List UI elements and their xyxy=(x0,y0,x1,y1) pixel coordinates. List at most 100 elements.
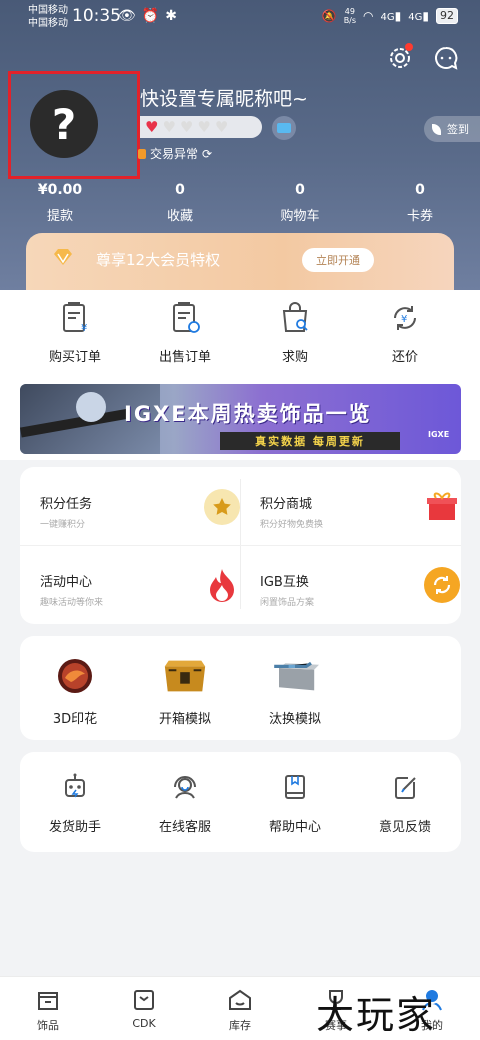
points-title: 积分任务 xyxy=(40,497,93,512)
wanted-button[interactable]: 求购 xyxy=(240,300,350,365)
heart-empty-icon: ♥ xyxy=(179,118,194,136)
points-title: 积分商城 xyxy=(260,497,313,512)
stats-row: ¥0.00 提款 0 收藏 0 购物车 0 卡券 xyxy=(0,182,480,224)
stat-label: 卡券 xyxy=(406,209,433,224)
service-card: 发货助手 在线客服 帮助中心 意见反馈 xyxy=(20,752,461,852)
watermark: 大玩家 xyxy=(316,993,437,1037)
heart-empty-icon: ♥ xyxy=(214,118,229,136)
net-speed-unit: B/s xyxy=(343,16,357,25)
svg-text:¥: ¥ xyxy=(81,323,87,334)
exchange-icon xyxy=(424,567,460,603)
stat-value: 0 xyxy=(415,182,425,198)
cdk-icon xyxy=(134,990,154,1010)
signin-label: 签到 xyxy=(447,123,469,136)
tools-card: 3D印花 开箱模拟 汰换模拟 xyxy=(20,636,461,740)
net-speed: 49 B/s xyxy=(344,7,356,25)
gift-icon xyxy=(424,489,460,525)
points-title: 活动中心 xyxy=(40,575,93,590)
help-center-button[interactable]: 帮助中心 xyxy=(240,772,350,835)
carrier-info: 中国移动 中国移动 xyxy=(28,4,68,30)
net-speed-value: 49 xyxy=(344,7,355,16)
activity-center-item[interactable]: 活动中心 趣味活动等你来 xyxy=(40,569,240,631)
stat-favorites[interactable]: 0 收藏 xyxy=(120,182,240,224)
banner-subtitle: 真实数据 每周更新 xyxy=(220,432,400,450)
banner-title: IGXE本周热卖饰品一览 xyxy=(124,402,372,426)
purchase-order-icon: ¥ xyxy=(63,302,87,334)
pen-icon xyxy=(395,777,416,799)
counter-offer-button[interactable]: ¥ 还价 xyxy=(350,300,460,365)
vip-activate-button[interactable]: 立即开通 xyxy=(302,248,374,272)
wanted-icon xyxy=(282,302,308,332)
sell-order-icon xyxy=(173,302,200,333)
shipping-assistant-button[interactable]: 发货助手 xyxy=(20,772,130,835)
sticker-3d-button[interactable]: 3D印花 xyxy=(20,656,130,727)
sell-order-button[interactable]: 出售订单 xyxy=(130,300,240,365)
points-card: 积分任务 一键赚积分 积分商城 积分好物免费换 活动中心 趣味活动等你来 IGB… xyxy=(20,467,461,624)
diamond-icon xyxy=(54,249,72,265)
svg-text:¥: ¥ xyxy=(401,314,407,325)
status-icons-left: 👁 ⏰ ✱ xyxy=(118,8,177,24)
stat-value: 0 xyxy=(295,182,305,198)
case-sim-button[interactable]: 开箱模拟 xyxy=(130,656,240,727)
signal-icon-2: 4G▮ xyxy=(408,9,429,23)
rifle-shape xyxy=(20,408,131,438)
star-icon xyxy=(204,489,240,525)
banner-logo: IGXE xyxy=(428,430,450,439)
headset-icon xyxy=(174,776,196,799)
stat-value: ¥0.00 xyxy=(37,182,83,198)
nickname[interactable]: 快设置专属昵称吧~ xyxy=(140,84,308,111)
points-title: IGB互换 xyxy=(260,575,309,590)
igb-exchange-item[interactable]: IGB互换 闲置饰品方案 xyxy=(260,567,460,631)
signin-button[interactable]: 签到 xyxy=(424,116,480,142)
points-mall-item[interactable]: 积分商城 积分好物免费换 xyxy=(260,492,460,553)
trade-status[interactable]: 交易异常 ⟳ xyxy=(138,145,212,162)
points-subtitle: 闲置饰品方案 xyxy=(260,598,315,608)
nav-inventory[interactable]: 库存 xyxy=(192,987,288,1033)
stat-cart[interactable]: 0 购物车 xyxy=(240,182,360,224)
trade-status-text: 交易异常 xyxy=(150,147,199,161)
notification-dot xyxy=(405,43,413,51)
bluetooth-icon: ✱ xyxy=(165,8,177,24)
purchase-order-button[interactable]: ¥ 购买订单 xyxy=(20,300,130,365)
feedback-button[interactable]: 意见反馈 xyxy=(350,772,460,835)
flame-icon xyxy=(204,567,240,603)
mute-icon: 🔕 xyxy=(321,9,337,23)
sticker-icon xyxy=(51,656,99,696)
service-label: 在线客服 xyxy=(158,820,211,835)
points-subtitle: 趣味活动等你来 xyxy=(40,598,104,608)
stat-coupons[interactable]: 0 卡券 xyxy=(360,182,480,224)
divider xyxy=(240,479,241,609)
tool-label: 开箱模拟 xyxy=(158,712,211,727)
stat-label: 收藏 xyxy=(166,209,193,224)
leaf-icon xyxy=(432,123,441,135)
heart-empty-icon: ♥ xyxy=(197,118,211,136)
alarm-icon: ⏰ xyxy=(141,8,160,24)
stat-label: 提款 xyxy=(46,209,73,224)
skins-icon xyxy=(38,992,58,1010)
tool-label: 汰换模拟 xyxy=(268,712,321,727)
points-tasks-item[interactable]: 积分任务 一键赚积分 xyxy=(40,489,240,553)
service-label: 发货助手 xyxy=(48,820,101,835)
robot-icon xyxy=(65,773,85,798)
points-subtitle: 一键赚积分 xyxy=(40,520,86,530)
message-icon[interactable] xyxy=(432,44,460,72)
vip-banner[interactable]: 尊享12大会员特权 立即开通 xyxy=(26,233,454,290)
heart-empty-icon: ♥ xyxy=(162,118,176,136)
stat-value: 0 xyxy=(175,182,185,198)
service-label: 意见反馈 xyxy=(378,820,431,835)
refresh-icon[interactable]: ⟳ xyxy=(202,147,212,161)
customer-service-button[interactable]: 在线客服 xyxy=(130,772,240,835)
avatar-highlight-box xyxy=(8,71,140,179)
nav-skins[interactable]: 饰品 xyxy=(0,987,96,1033)
level-badge-icon[interactable] xyxy=(272,116,296,140)
points-subtitle: 积分好物免费换 xyxy=(260,520,324,530)
book-icon xyxy=(285,775,305,799)
tradeup-sim-button[interactable]: 汰换模拟 xyxy=(240,656,350,727)
promo-banner[interactable]: IGXE本周热卖饰品一览 真实数据 每周更新 IGXE xyxy=(20,384,461,454)
order-label: 购买订单 xyxy=(48,350,101,365)
stat-withdraw[interactable]: ¥0.00 提款 xyxy=(0,182,120,224)
carrier-2: 中国移动 xyxy=(28,18,68,29)
reputation-hearts: ♥ ♥ ♥ ♥ ♥ xyxy=(140,116,262,138)
nav-cdk[interactable]: CDK xyxy=(96,987,192,1030)
order-label: 求购 xyxy=(281,350,308,365)
